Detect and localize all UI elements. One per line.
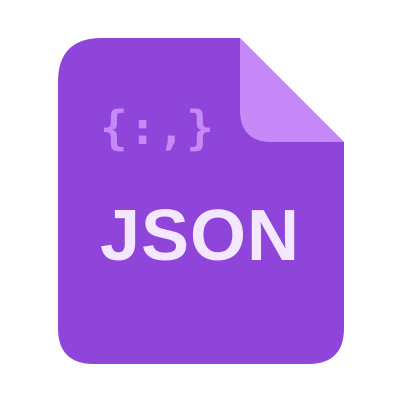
json-file-icon: {:,} JSON [0, 0, 400, 401]
document-folded-corner [240, 38, 344, 142]
json-braces-symbol: {:,} [100, 101, 215, 155]
json-label: JSON [99, 196, 301, 276]
